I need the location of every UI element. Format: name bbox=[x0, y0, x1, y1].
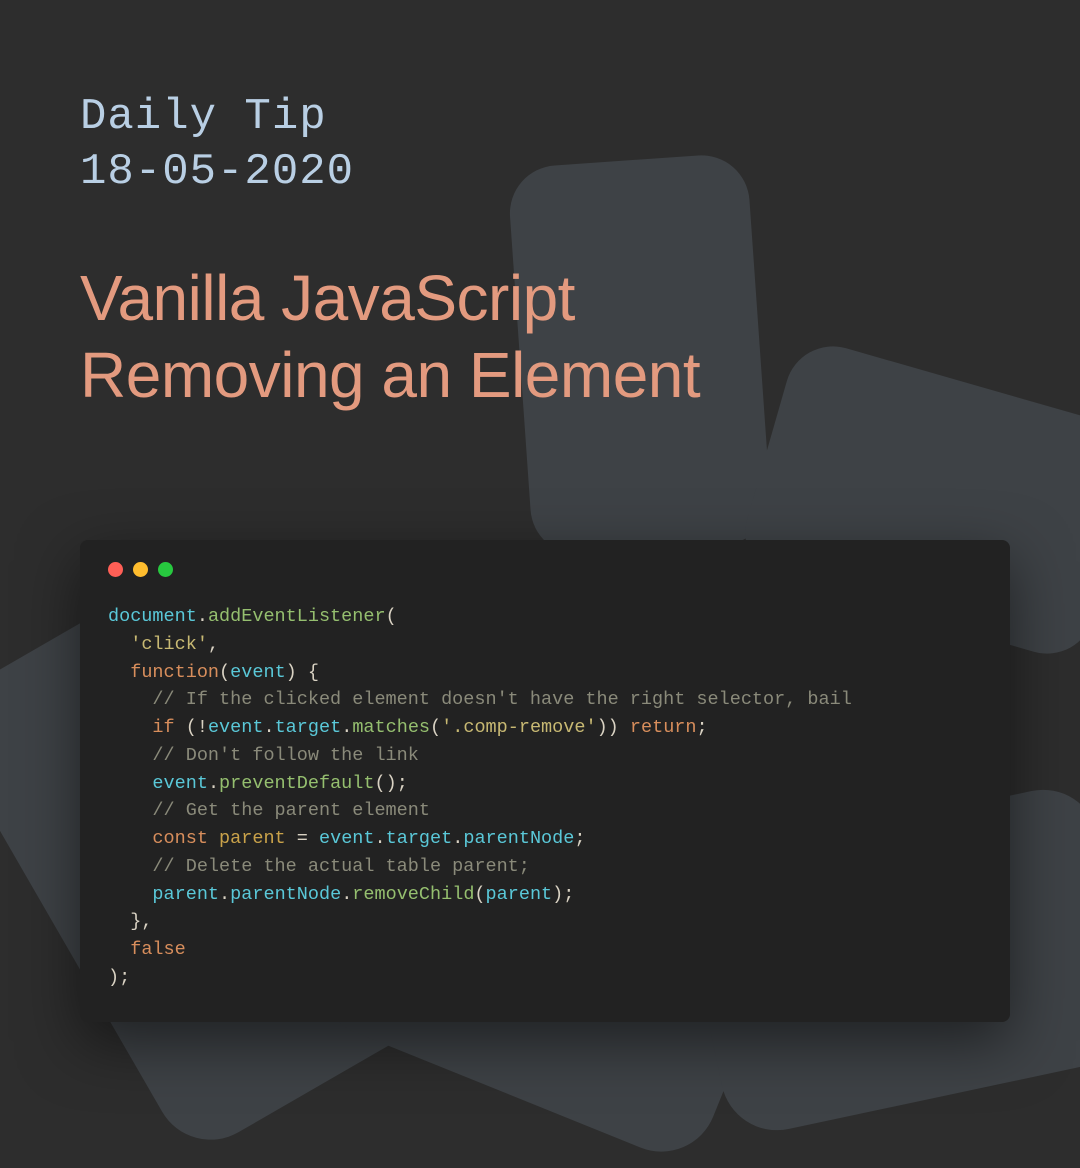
tok: // Get the parent element bbox=[152, 800, 430, 821]
tok: , bbox=[208, 634, 219, 655]
close-icon bbox=[108, 562, 123, 577]
tok: }, bbox=[130, 911, 152, 932]
tok bbox=[108, 911, 130, 932]
tok bbox=[108, 662, 130, 683]
tok: (! bbox=[175, 717, 208, 738]
tok: 'click' bbox=[130, 634, 208, 655]
tok: . bbox=[452, 828, 463, 849]
tok: ( bbox=[219, 662, 230, 683]
tok: event bbox=[208, 717, 264, 738]
tok: parent bbox=[219, 828, 286, 849]
tok bbox=[108, 800, 152, 821]
tok: function bbox=[130, 662, 219, 683]
title-line-1: Vanilla JavaScript bbox=[80, 260, 1000, 337]
tok: false bbox=[130, 939, 186, 960]
tok bbox=[108, 939, 130, 960]
tok bbox=[108, 884, 152, 905]
tok: addEventListener bbox=[208, 606, 386, 627]
minimize-icon bbox=[133, 562, 148, 577]
tok: (); bbox=[374, 773, 407, 794]
tok: '.comp-remove' bbox=[441, 717, 596, 738]
tok bbox=[108, 773, 152, 794]
tok: . bbox=[197, 606, 208, 627]
tok: ) { bbox=[286, 662, 319, 683]
tok: ); bbox=[552, 884, 574, 905]
tok bbox=[108, 689, 152, 710]
tok: matches bbox=[352, 717, 430, 738]
tok: . bbox=[341, 884, 352, 905]
tok: // Don't follow the link bbox=[152, 745, 418, 766]
tok: ; bbox=[574, 828, 585, 849]
title-line-2: Removing an Element bbox=[80, 337, 1000, 414]
tok: event bbox=[230, 662, 286, 683]
tok: )) bbox=[597, 717, 630, 738]
tok: // If the clicked element doesn't have t… bbox=[152, 689, 851, 710]
tok: return bbox=[630, 717, 697, 738]
subtitle-label: Daily Tip bbox=[80, 90, 1000, 145]
tok: . bbox=[263, 717, 274, 738]
tok: parent bbox=[486, 884, 553, 905]
subtitle-date: 18-05-2020 bbox=[80, 145, 1000, 200]
tok: ( bbox=[474, 884, 485, 905]
page-title: Vanilla JavaScript Removing an Element bbox=[80, 260, 1000, 414]
tok: . bbox=[219, 884, 230, 905]
tok bbox=[108, 745, 152, 766]
tok: parentNode bbox=[463, 828, 574, 849]
tok: . bbox=[208, 773, 219, 794]
tok bbox=[108, 828, 152, 849]
tok: target bbox=[275, 717, 342, 738]
maximize-icon bbox=[158, 562, 173, 577]
tok: preventDefault bbox=[219, 773, 374, 794]
tok: = bbox=[286, 828, 319, 849]
tok: // Delete the actual table parent; bbox=[152, 856, 529, 877]
tok: event bbox=[319, 828, 375, 849]
tok: ( bbox=[386, 606, 397, 627]
tok: event bbox=[152, 773, 208, 794]
tok: ; bbox=[697, 717, 708, 738]
tok bbox=[108, 634, 130, 655]
tok: document bbox=[108, 606, 197, 627]
tok: const bbox=[152, 828, 208, 849]
tok: removeChild bbox=[352, 884, 474, 905]
tok: parentNode bbox=[230, 884, 341, 905]
tok bbox=[208, 828, 219, 849]
tok: . bbox=[341, 717, 352, 738]
tok: parent bbox=[152, 884, 219, 905]
tok: ( bbox=[430, 717, 441, 738]
tok bbox=[108, 856, 152, 877]
tok bbox=[108, 717, 152, 738]
tok: . bbox=[375, 828, 386, 849]
code-window: document.addEventListener( 'click', func… bbox=[80, 540, 1010, 1022]
tok: ); bbox=[108, 967, 130, 988]
window-traffic-lights bbox=[108, 562, 982, 577]
subtitle: Daily Tip 18-05-2020 bbox=[80, 90, 1000, 200]
code-block: document.addEventListener( 'click', func… bbox=[108, 603, 982, 992]
tok: target bbox=[386, 828, 453, 849]
tok: if bbox=[152, 717, 174, 738]
